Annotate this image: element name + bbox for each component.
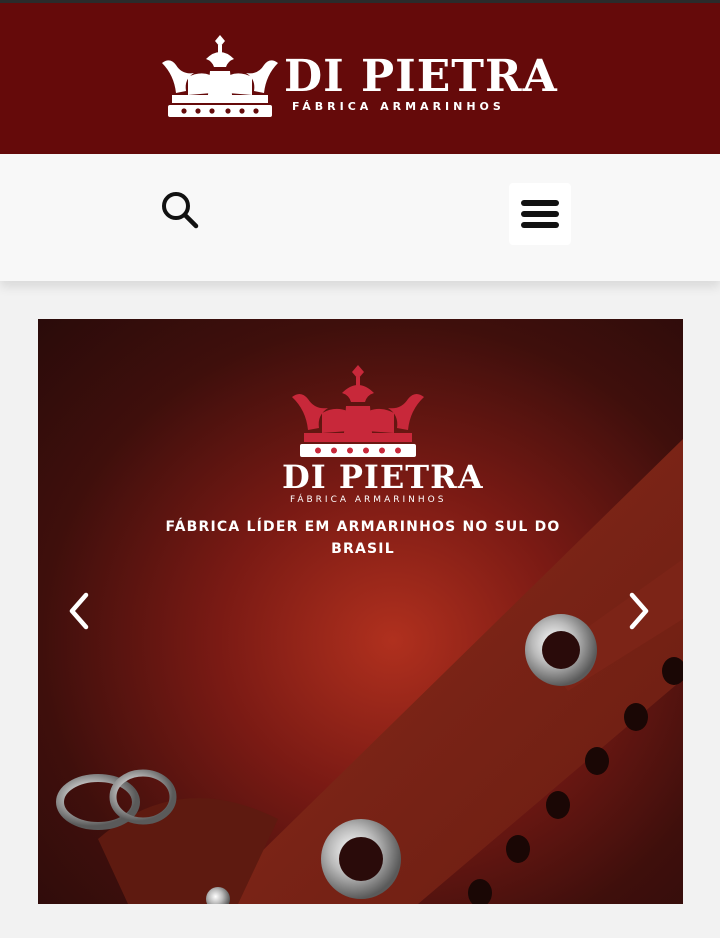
navigation-bar xyxy=(0,154,720,281)
chevron-right-icon[interactable] xyxy=(624,589,654,633)
hero-slider: DI PIETRA FÁBRICA ARMARINHOS FÁBRICA LÍD… xyxy=(38,319,683,904)
site-logo[interactable]: DI PIETRA FÁBRICA ARMARINHOS xyxy=(158,33,557,119)
crown-icon xyxy=(162,35,278,117)
hamburger-menu-icon xyxy=(521,200,559,206)
slide-brand-tagline: FÁBRICA ARMARINHOS xyxy=(290,495,447,505)
chevron-left-icon[interactable] xyxy=(64,589,94,633)
slide-brand-name: DI PIETRA xyxy=(282,458,484,496)
brand-name: DI PIETRA xyxy=(284,51,558,102)
brand-tagline: FÁBRICA ARMARINHOS xyxy=(292,100,505,113)
slide-logo: DI PIETRA FÁBRICA ARMARINHOS xyxy=(278,363,483,505)
search-icon[interactable] xyxy=(158,188,202,232)
crown-icon xyxy=(292,365,424,457)
slide-headline: FÁBRICA LÍDER EM ARMARINHOS NO SUL DO BR… xyxy=(165,519,561,557)
menu-button[interactable] xyxy=(509,183,571,245)
hamburger-bar xyxy=(521,222,559,228)
site-header: DI PIETRA FÁBRICA ARMARINHOS xyxy=(0,0,720,154)
hamburger-bar xyxy=(521,211,559,217)
